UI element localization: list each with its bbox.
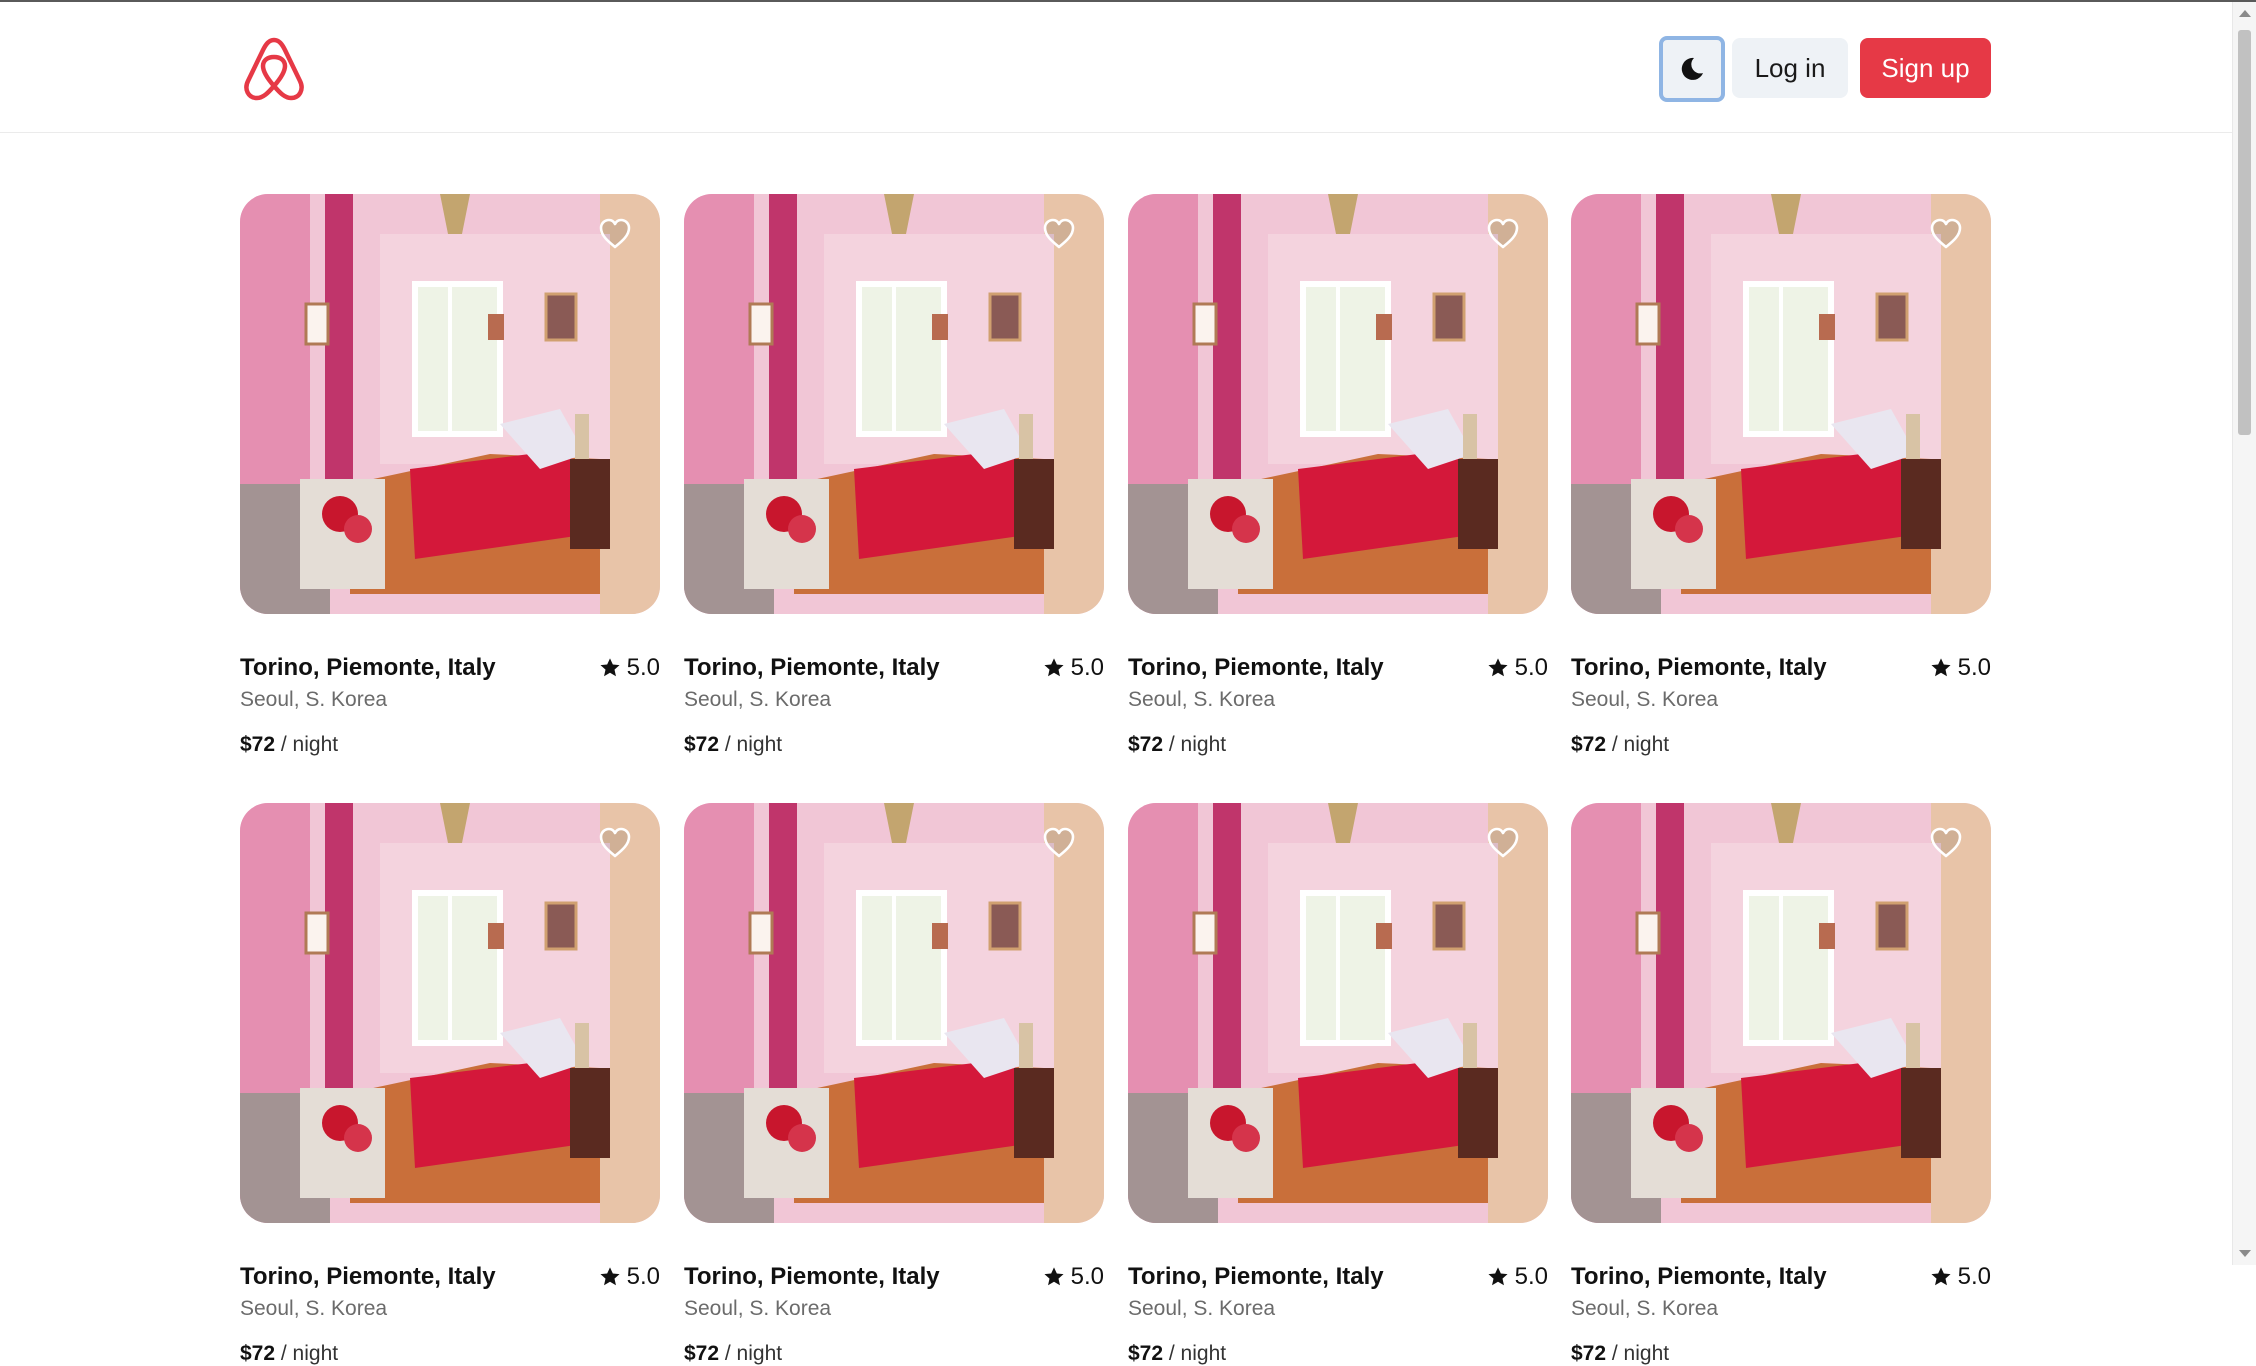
price-amount: $72	[1128, 1342, 1164, 1365]
theme-toggle-button[interactable]	[1659, 36, 1725, 102]
rating-value: 5.0	[626, 654, 660, 681]
price-unit: / night	[724, 1342, 783, 1365]
scrollbar-thumb[interactable]	[2238, 30, 2251, 435]
listing-location: Seoul, S. Korea	[240, 688, 388, 711]
star-icon	[1931, 1267, 1951, 1286]
listing-rating: 5.0	[1487, 654, 1548, 682]
price-unit: / night	[280, 1342, 339, 1365]
rating-value: 5.0	[626, 1263, 660, 1290]
listing-title: Torino, Piemonte, Italy	[1571, 654, 1827, 681]
listing-location: Seoul, S. Korea	[1128, 1297, 1276, 1320]
listing-rating: 5.0	[1043, 1263, 1104, 1291]
listing-location: Seoul, S. Korea	[1571, 1297, 1719, 1320]
scroll-down-arrow-icon[interactable]	[2239, 1250, 2251, 1257]
listing-rating: 5.0	[599, 654, 660, 682]
login-button[interactable]: Log in	[1732, 38, 1848, 98]
price-unit: / night	[280, 733, 339, 756]
bedroom-image	[684, 803, 1104, 1223]
bedroom-image	[240, 803, 660, 1223]
listing-price: $72 / night	[684, 1342, 782, 1366]
rating-value: 5.0	[1070, 654, 1104, 681]
listing-price: $72 / night	[240, 733, 338, 757]
listing-photo[interactable]	[684, 194, 1104, 614]
heart-icon[interactable]	[1929, 827, 1963, 859]
listing-location: Seoul, S. Korea	[1128, 688, 1276, 711]
heart-icon[interactable]	[1486, 827, 1520, 859]
site-header: Log in Sign up	[0, 2, 2232, 133]
scroll-up-arrow-icon[interactable]	[2239, 10, 2251, 17]
listing-price: $72 / night	[1128, 733, 1226, 757]
listing-price: $72 / night	[240, 1342, 338, 1366]
price-amount: $72	[684, 733, 720, 756]
bedroom-image	[1128, 803, 1548, 1223]
listing-rating: 5.0	[1487, 1263, 1548, 1291]
airbnb-logo-icon[interactable]	[242, 34, 306, 102]
bedroom-image	[1571, 194, 1991, 614]
price-amount: $72	[1128, 733, 1164, 756]
listing-photo[interactable]	[1571, 803, 1991, 1223]
heart-icon[interactable]	[1486, 218, 1520, 250]
price-amount: $72	[240, 1342, 276, 1365]
heart-icon[interactable]	[1042, 218, 1076, 250]
price-unit: / night	[1168, 733, 1227, 756]
listing-rating: 5.0	[1930, 654, 1991, 682]
listing-photo[interactable]	[240, 194, 660, 614]
price-amount: $72	[684, 1342, 720, 1365]
price-unit: / night	[1611, 733, 1670, 756]
listing-rating: 5.0	[1930, 1263, 1991, 1291]
listing-price: $72 / night	[684, 733, 782, 757]
price-amount: $72	[1571, 1342, 1607, 1365]
listing-location: Seoul, S. Korea	[1571, 688, 1719, 711]
rating-value: 5.0	[1957, 654, 1991, 681]
moon-icon	[1681, 57, 1703, 80]
listing-title: Torino, Piemonte, Italy	[684, 654, 940, 681]
price-unit: / night	[1168, 1342, 1227, 1365]
price-unit: / night	[1611, 1342, 1670, 1365]
star-icon	[600, 658, 620, 677]
listing-location: Seoul, S. Korea	[684, 1297, 832, 1320]
heart-icon[interactable]	[598, 827, 632, 859]
listing-price: $72 / night	[1571, 1342, 1669, 1366]
star-icon	[1044, 658, 1064, 677]
listing-title: Torino, Piemonte, Italy	[684, 1263, 940, 1290]
rating-value: 5.0	[1514, 654, 1548, 681]
listing-photo[interactable]	[684, 803, 1104, 1223]
rating-value: 5.0	[1957, 1263, 1991, 1290]
heart-icon[interactable]	[598, 218, 632, 250]
signup-button[interactable]: Sign up	[1860, 38, 1991, 98]
bedroom-image	[240, 194, 660, 614]
star-icon	[1488, 1267, 1508, 1286]
price-amount: $72	[1571, 733, 1607, 756]
listing-location: Seoul, S. Korea	[684, 688, 832, 711]
price-unit: / night	[724, 733, 783, 756]
listing-price: $72 / night	[1571, 733, 1669, 757]
listing-photo[interactable]	[240, 803, 660, 1223]
bedroom-image	[1571, 803, 1991, 1223]
price-amount: $72	[240, 733, 276, 756]
listing-rating: 5.0	[1043, 654, 1104, 682]
rating-value: 5.0	[1514, 1263, 1548, 1290]
listing-photo[interactable]	[1128, 803, 1548, 1223]
listing-title: Torino, Piemonte, Italy	[240, 654, 496, 681]
listing-location: Seoul, S. Korea	[240, 1297, 388, 1320]
listing-photo[interactable]	[1128, 194, 1548, 614]
listing-title: Torino, Piemonte, Italy	[1128, 654, 1384, 681]
star-icon	[1931, 658, 1951, 677]
listing-photo[interactable]	[1571, 194, 1991, 614]
star-icon	[1488, 658, 1508, 677]
heart-icon[interactable]	[1929, 218, 1963, 250]
heart-icon[interactable]	[1042, 827, 1076, 859]
bedroom-image	[684, 194, 1104, 614]
listing-title: Torino, Piemonte, Italy	[240, 1263, 496, 1290]
star-icon	[600, 1267, 620, 1286]
star-icon	[1044, 1267, 1064, 1286]
listing-title: Torino, Piemonte, Italy	[1128, 1263, 1384, 1290]
listing-title: Torino, Piemonte, Italy	[1571, 1263, 1827, 1290]
rating-value: 5.0	[1070, 1263, 1104, 1290]
listing-price: $72 / night	[1128, 1342, 1226, 1366]
listing-rating: 5.0	[599, 1263, 660, 1291]
scrollbar[interactable]	[2232, 2, 2256, 1265]
bedroom-image	[1128, 194, 1548, 614]
